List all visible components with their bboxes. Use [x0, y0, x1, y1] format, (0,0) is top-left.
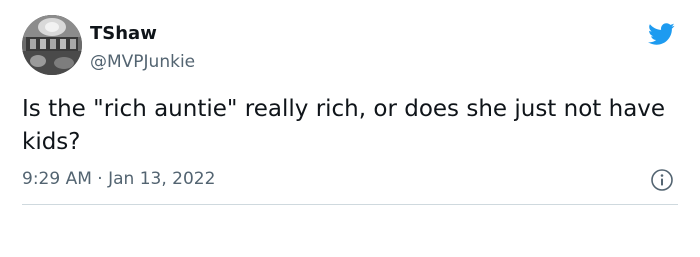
- avatar[interactable]: [22, 15, 82, 75]
- twitter-bird-icon[interactable]: [645, 20, 677, 48]
- author-name[interactable]: TShaw: [90, 23, 157, 45]
- avatar-image: [22, 15, 82, 75]
- meta-separator: ·: [97, 169, 103, 189]
- tweet-date[interactable]: Jan 13, 2022: [108, 169, 215, 189]
- tweet-card: TShaw @MVPJunkie Is the "rich auntie" re…: [0, 0, 700, 257]
- info-icon[interactable]: [650, 168, 674, 192]
- tweet-time[interactable]: 9:29 AM: [22, 169, 92, 189]
- tweet-text: Is the "rich auntie" really rich, or doe…: [22, 96, 666, 155]
- tweet-timestamp[interactable]: 9:29 AM · Jan 13, 2022: [22, 168, 215, 190]
- divider: [22, 204, 678, 205]
- author-handle[interactable]: @MVPJunkie: [90, 51, 195, 73]
